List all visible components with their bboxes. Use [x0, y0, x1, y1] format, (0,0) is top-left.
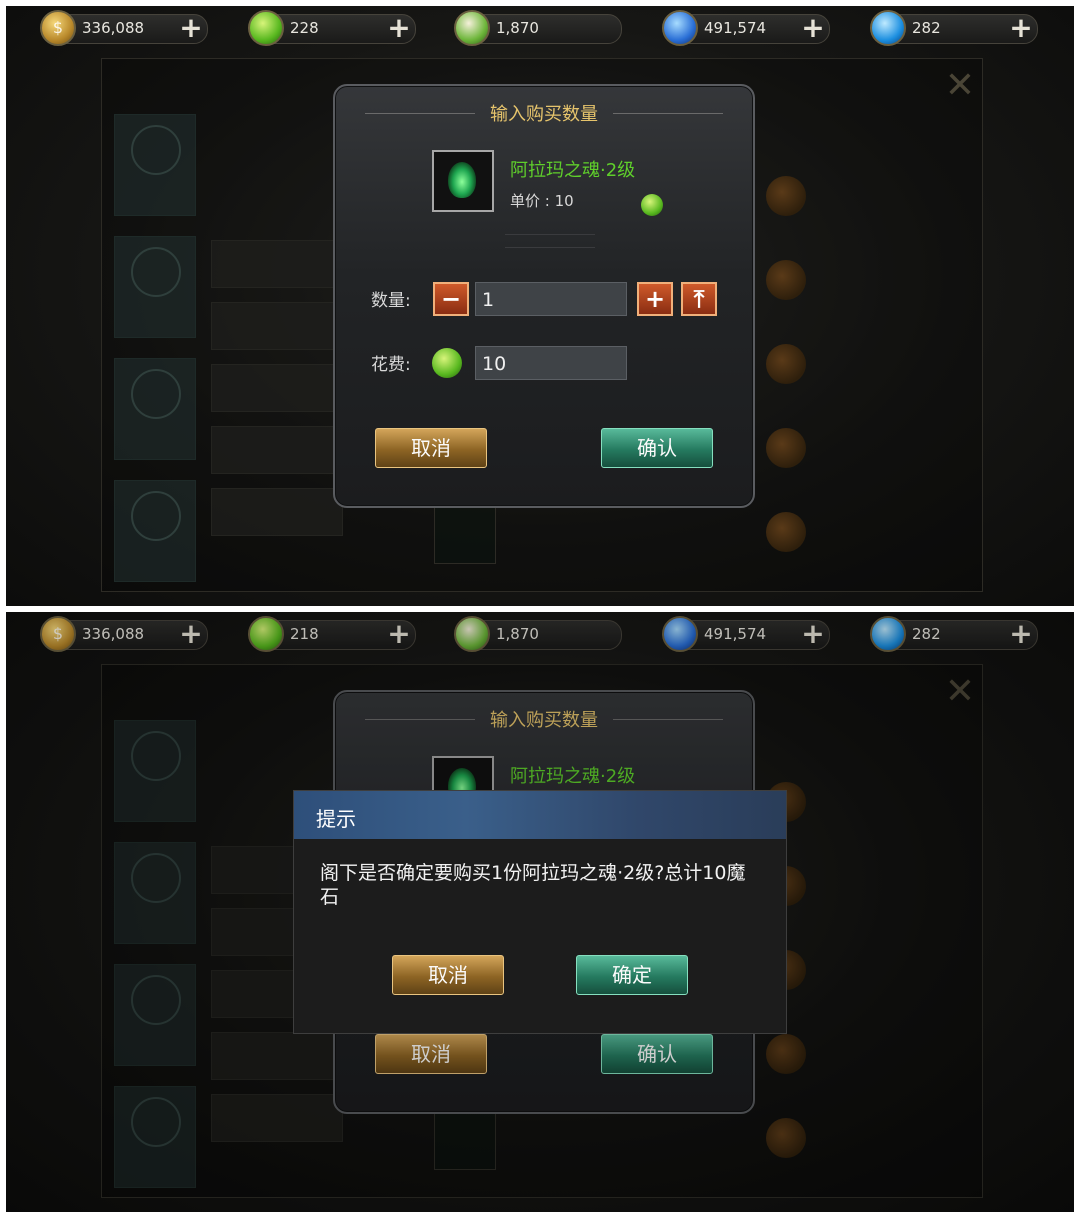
category-item[interactable] — [211, 302, 343, 350]
purchase-quantity-dialog: 输入购买数量 阿拉玛之魂·2级 单价 : 10 数量: − 1 + ⤒ 花费: … — [333, 84, 755, 508]
bag-icon — [766, 176, 806, 216]
currency-moon: 282 + — [870, 10, 1038, 46]
cancel-button[interactable]: 取消 — [375, 428, 487, 468]
currency-gold: $ 336,088 + — [40, 10, 208, 46]
prompt-ok-button[interactable]: 确定 — [576, 955, 688, 995]
category-item[interactable] — [211, 488, 343, 536]
unit-price: 单价 : 10 — [510, 192, 574, 210]
bag-icon — [131, 491, 181, 541]
category-item[interactable] — [211, 240, 343, 288]
soul-gem-icon — [448, 162, 476, 198]
quantity-input[interactable]: 1 — [475, 282, 627, 316]
prompt-cancel-button[interactable]: 取消 — [392, 955, 504, 995]
currency-value: 282 — [912, 19, 941, 37]
shop-row[interactable] — [766, 174, 876, 218]
bag-icon — [766, 428, 806, 468]
currency-value: 336,088 — [82, 19, 145, 37]
currency-ticket: 1,870 — [454, 10, 622, 46]
quantity-label: 数量: — [371, 291, 411, 311]
prompt-message: 阁下是否确定要购买1份阿拉玛之魂·2级?总计10魔石 — [320, 862, 746, 908]
currency-value: 1,870 — [496, 19, 539, 37]
bag-icon — [131, 369, 181, 419]
add-gold-button[interactable]: + — [178, 13, 204, 43]
currency-crystal: 491,574 + — [662, 10, 830, 46]
currency-value: 491,574 — [704, 19, 767, 37]
shop-row[interactable] — [766, 426, 876, 470]
item-icon-frame — [432, 150, 494, 212]
prompt-title: 提示 — [316, 807, 356, 831]
cost-label: 花费: — [371, 355, 411, 375]
bag-icon — [131, 125, 181, 175]
gift-ticket-icon — [454, 10, 490, 46]
green-gem-icon — [248, 10, 284, 46]
add-moon-button[interactable]: + — [1008, 13, 1034, 43]
shop-row[interactable] — [766, 258, 876, 302]
decrease-quantity-button[interactable]: − — [433, 282, 469, 316]
blue-crystal-icon — [662, 10, 698, 46]
divider-ornament — [505, 234, 595, 248]
item-name: 阿拉玛之魂·2级 — [510, 160, 636, 181]
currency-gem: 228 + — [248, 10, 416, 46]
bag-icon — [766, 344, 806, 384]
bag-icon — [766, 512, 806, 552]
shop-tab-3[interactable] — [114, 358, 196, 460]
close-icon[interactable]: ✕ — [942, 68, 978, 104]
shop-row[interactable] — [766, 510, 876, 554]
add-crystal-button[interactable]: + — [800, 13, 826, 43]
screenshot-bottom: ✕ $ 336,088 + 218 + 1,870 491,574 + 282 — [6, 612, 1074, 1212]
category-item[interactable] — [211, 364, 343, 412]
confirm-button[interactable]: 确认 — [601, 428, 713, 468]
shop-tab-1[interactable] — [114, 114, 196, 216]
shop-tab-2[interactable] — [114, 236, 196, 338]
green-gem-icon — [432, 348, 462, 378]
increase-quantity-button[interactable]: + — [637, 282, 673, 316]
shop-item-slot[interactable] — [434, 502, 496, 564]
category-item[interactable] — [211, 426, 343, 474]
shop-tab-4[interactable] — [114, 480, 196, 582]
bag-icon — [131, 247, 181, 297]
prompt-header: 提示 — [294, 791, 786, 839]
green-gem-icon — [641, 194, 663, 216]
bag-icon — [766, 260, 806, 300]
max-quantity-button[interactable]: ⤒ — [681, 282, 717, 316]
add-gem-button[interactable]: + — [386, 13, 412, 43]
blue-moon-icon — [870, 10, 906, 46]
confirm-prompt-dialog: 提示 阁下是否确定要购买1份阿拉玛之魂·2级?总计10魔石 取消 确定 — [293, 790, 787, 1034]
currency-value: 228 — [290, 19, 319, 37]
gold-coin-icon: $ — [40, 10, 76, 46]
shop-row[interactable] — [766, 342, 876, 386]
cost-field: 10 — [475, 346, 627, 380]
screenshot-top: ✕ $ 336,088 + 228 + 1,870 491,574 + 282 — [6, 6, 1074, 606]
